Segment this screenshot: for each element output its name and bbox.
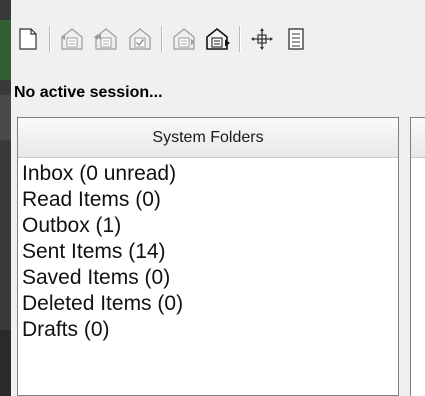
toolbar [11,0,425,78]
reply-icon [61,28,83,50]
folder-item-inbox[interactable]: Inbox (0 unread) [22,161,183,187]
move-button[interactable] [247,24,277,54]
folder-item-deleted-items[interactable]: Deleted Items (0) [22,291,183,317]
mail-client-window: No active session... System Folders Inbo… [0,0,425,396]
reply-all-button[interactable] [91,24,121,54]
forward-button[interactable] [169,24,199,54]
folder-item-saved-items[interactable]: Saved Items (0) [22,265,183,291]
toolbar-separator [161,26,163,52]
properties-icon [288,28,304,50]
message-list-pane [410,117,425,396]
folder-item-drafts[interactable]: Drafts (0) [22,317,183,343]
toolbar-separator [49,26,51,52]
new-message-icon [19,28,37,50]
reply-button[interactable] [57,24,87,54]
system-folders-pane: System Folders Inbox (0 unread) Read Ite… [17,117,399,396]
session-status: No active session... [14,84,163,101]
send-receive-icon [206,27,230,50]
move-icon [251,28,273,50]
system-folders-header[interactable]: System Folders [18,118,398,158]
window-edge [0,0,11,396]
mark-read-icon [129,28,151,50]
reply-all-icon [94,28,117,50]
properties-button[interactable] [281,24,311,54]
forward-icon [173,28,195,50]
folder-item-read-items[interactable]: Read Items (0) [22,187,183,213]
folder-item-sent-items[interactable]: Sent Items (14) [22,239,183,265]
folder-item-outbox[interactable]: Outbox (1) [22,213,183,239]
send-receive-button[interactable] [203,24,233,54]
folder-list: Inbox (0 unread) Read Items (0) Outbox (… [22,161,183,343]
new-message-button[interactable] [13,24,43,54]
mark-read-button[interactable] [125,24,155,54]
message-list-header[interactable] [411,118,425,158]
toolbar-separator [239,26,241,52]
